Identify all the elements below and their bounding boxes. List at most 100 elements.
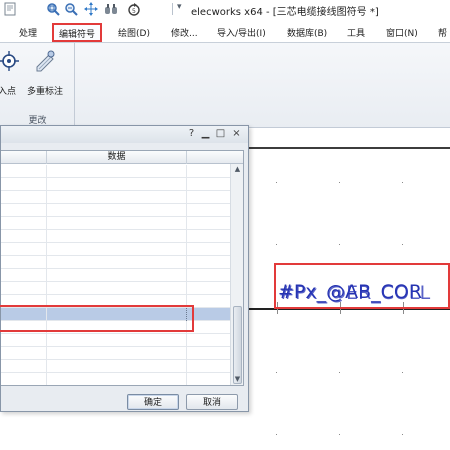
scroll-up-icon[interactable]: ▲ xyxy=(233,165,242,174)
grid-header-cell xyxy=(1,151,47,164)
table-cell[interactable] xyxy=(1,373,47,385)
table-cell-data[interactable] xyxy=(47,243,187,256)
table-row[interactable] xyxy=(1,347,230,360)
grid-dot xyxy=(339,434,340,435)
table-cell[interactable] xyxy=(1,360,47,373)
grid-dot xyxy=(402,244,403,245)
table-cell[interactable] xyxy=(1,230,47,243)
table-cell-data[interactable] xyxy=(47,269,187,282)
tab-database[interactable]: 数据库(B) xyxy=(287,26,327,39)
grid-dot xyxy=(402,372,403,373)
grid-dot xyxy=(276,244,277,245)
cancel-button[interactable]: 取消 xyxy=(186,394,238,410)
table-cell-data[interactable] xyxy=(47,230,187,243)
sheet-border-line xyxy=(248,147,450,149)
table-row[interactable] xyxy=(1,334,230,347)
document-icon[interactable] xyxy=(2,1,18,17)
table-cell[interactable] xyxy=(1,269,47,282)
tab-modify[interactable]: 修改... xyxy=(171,26,198,39)
symbol-data-dialog: ? ▁ □ × 数据 ▲ ▼ 确定 取消 xyxy=(0,125,249,412)
table-cell-data[interactable] xyxy=(47,373,187,385)
tab-help[interactable]: 帮 xyxy=(438,26,447,39)
table-cell-data[interactable] xyxy=(47,165,187,178)
table-cell-data[interactable] xyxy=(47,347,187,360)
table-cell[interactable] xyxy=(1,347,47,360)
table-cell[interactable] xyxy=(1,178,47,191)
table-row[interactable] xyxy=(1,282,230,295)
table-row[interactable] xyxy=(1,230,230,243)
tab-tools[interactable]: 工具 xyxy=(347,26,365,39)
table-row[interactable] xyxy=(1,256,230,269)
data-grid[interactable]: 数据 ▲ ▼ xyxy=(1,150,244,386)
title-bar: 5 ▾ elecworks x64 - [三芯电缆接线图符号 *] xyxy=(0,0,450,22)
scroll-down-icon[interactable]: ▼ xyxy=(233,375,242,384)
table-row[interactable] xyxy=(1,165,230,178)
table-cell[interactable] xyxy=(1,204,47,217)
tab-import-export[interactable]: 导入/导出(I) xyxy=(217,26,266,39)
table-cell-data[interactable] xyxy=(47,217,187,230)
table-cell[interactable] xyxy=(1,165,47,178)
table-cell[interactable] xyxy=(1,334,47,347)
table-cell-data[interactable] xyxy=(47,178,187,191)
zoom-out-icon[interactable] xyxy=(63,1,79,17)
grid-header-data[interactable]: 数据 xyxy=(47,151,187,164)
table-cell-data[interactable] xyxy=(47,334,187,347)
table-cell[interactable] xyxy=(1,282,47,295)
table-cell-data[interactable] xyxy=(47,191,187,204)
refresh-icon[interactable]: 5 xyxy=(126,1,142,17)
table-cell-data[interactable] xyxy=(47,204,187,217)
table-row[interactable] xyxy=(1,243,230,256)
tab-window[interactable]: 窗口(N) xyxy=(386,26,418,39)
table-row[interactable] xyxy=(1,204,230,217)
table-row[interactable] xyxy=(1,269,230,282)
zoom-window-icon[interactable] xyxy=(45,1,61,17)
insert-point-icon xyxy=(0,51,19,71)
table-row[interactable] xyxy=(1,360,230,373)
ribbon-panel: 插入点 多重标注 更改 xyxy=(0,42,450,128)
grid-dot xyxy=(339,244,340,245)
quick-access-dropdown-icon[interactable]: ▾ xyxy=(177,2,182,12)
grid-dot xyxy=(276,182,277,183)
window-title: elecworks x64 - [三芯电缆接线图符号 *] xyxy=(191,7,379,18)
binoculars-icon[interactable] xyxy=(103,1,119,17)
table-cell-data[interactable] xyxy=(47,282,187,295)
toolbar-separator xyxy=(172,3,173,15)
highlight-symbol-text xyxy=(274,263,450,309)
tab-edit-symbol[interactable]: 编辑符号 xyxy=(52,23,103,42)
insert-point-button[interactable] xyxy=(0,49,21,73)
ok-button[interactable]: 确定 xyxy=(127,394,179,410)
highlight-selected-row xyxy=(0,305,194,332)
multi-label-button[interactable] xyxy=(33,49,57,73)
table-cell[interactable] xyxy=(1,217,47,230)
table-cell-data[interactable] xyxy=(47,256,187,269)
grid-dot xyxy=(276,372,277,373)
table-row[interactable] xyxy=(1,373,230,385)
scroll-thumb[interactable] xyxy=(233,306,242,384)
table-row[interactable] xyxy=(1,178,230,191)
table-cell[interactable] xyxy=(1,256,47,269)
multi-label-icon xyxy=(36,50,55,72)
table-cell-data[interactable] xyxy=(47,360,187,373)
pan-icon[interactable] xyxy=(83,1,99,17)
grid-dot xyxy=(402,434,403,435)
table-row[interactable] xyxy=(1,191,230,204)
svg-text:5: 5 xyxy=(132,8,136,15)
help-icon[interactable]: ? xyxy=(186,128,197,140)
dialog-titlebar[interactable]: ? ▁ □ × xyxy=(1,126,248,143)
vertical-scrollbar[interactable]: ▲ ▼ xyxy=(230,164,243,385)
grid-header: 数据 xyxy=(1,151,243,164)
tab-processing[interactable]: 处理 xyxy=(19,26,37,39)
grid-dot xyxy=(276,434,277,435)
grid-dot xyxy=(402,182,403,183)
minimize-icon[interactable]: ▁ xyxy=(200,128,211,140)
ribbon-tabs: 处理 编辑符号 绘图(D) 修改... 导入/导出(I) 数据库(B) 工具 窗… xyxy=(0,22,450,42)
multi-label-label: 多重标注 xyxy=(27,87,64,97)
close-icon[interactable]: × xyxy=(231,128,242,140)
table-row[interactable] xyxy=(1,217,230,230)
insert-point-label: 插入点 xyxy=(0,87,17,97)
grid-dot xyxy=(339,372,340,373)
maximize-icon[interactable]: □ xyxy=(215,128,226,140)
table-cell[interactable] xyxy=(1,191,47,204)
tab-draw[interactable]: 绘图(D) xyxy=(118,26,150,39)
table-cell[interactable] xyxy=(1,243,47,256)
